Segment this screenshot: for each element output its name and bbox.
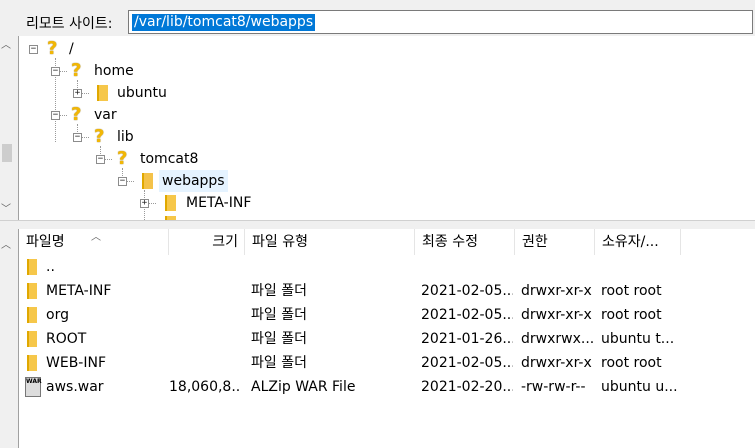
collapse-icon[interactable]: −	[51, 111, 60, 120]
scroll-thumb[interactable]	[2, 144, 12, 162]
folder-icon	[27, 259, 37, 275]
column-header-modified[interactable]: 최종 수정	[415, 229, 515, 255]
sort-ascending-icon: ︿	[91, 232, 101, 243]
file-owner: root root	[601, 283, 662, 299]
tree-node-var[interactable]: − ? var	[19, 104, 219, 126]
folder-icon	[27, 283, 37, 299]
file-permissions: -rw-rw-r--	[521, 379, 586, 395]
file-permissions: drwxr-xr-x	[521, 307, 592, 323]
left-scrollbar[interactable]: ︿ ﹀ ︿	[0, 36, 14, 448]
tree-node-label[interactable]: tomcat8	[140, 148, 198, 170]
question-folder-icon: ?	[71, 60, 82, 81]
tree-node-label[interactable]: lib	[117, 126, 134, 148]
file-owner: root root	[601, 307, 662, 323]
collapse-icon[interactable]: −	[96, 155, 105, 164]
expand-icon[interactable]: +	[140, 199, 149, 208]
file-owner: ubuntu u...	[601, 379, 678, 395]
collapse-icon[interactable]: −	[29, 45, 38, 54]
folder-icon	[27, 355, 37, 371]
file-owner: root root	[601, 355, 662, 371]
file-row-parent[interactable]: ..	[19, 255, 755, 279]
file-permissions: drwxr-xr-x	[521, 283, 592, 299]
tree-node-label[interactable]: home	[94, 60, 134, 82]
question-folder-icon: ?	[47, 38, 58, 59]
war-file-icon: WAR	[25, 377, 42, 397]
file-modified: 2021-02-05...	[421, 283, 513, 299]
file-modified: 2021-01-26...	[421, 331, 513, 347]
remote-path-value[interactable]: /var/lib/tomcat8/webapps	[132, 14, 316, 31]
tree-node-label[interactable]: META-INF	[186, 192, 251, 214]
file-type: 파일 폴더	[251, 355, 307, 371]
file-type: 파일 폴더	[251, 307, 307, 323]
remote-site-label: 리모트 사이트:	[26, 16, 113, 32]
file-permissions: drwxrwx...	[521, 331, 595, 347]
file-row[interactable]: WAR aws.war 18,060,8... ALZip WAR File 2…	[19, 375, 755, 399]
column-header-size[interactable]: 크기	[169, 229, 245, 255]
remote-file-list: 파일명 ︿ 크기 파일 유형 최종 수정 권한 소유자/... .. META-…	[18, 229, 755, 448]
file-name: org	[46, 307, 69, 323]
tree-node-label[interactable]: var	[94, 104, 117, 126]
column-header-label: 권한	[522, 234, 548, 250]
tree-node-label[interactable]: /	[69, 38, 74, 60]
question-folder-icon: ?	[117, 148, 128, 169]
file-row[interactable]: WEB-INF 파일 폴더 2021-02-05... drwxr-xr-x r…	[19, 351, 755, 375]
remote-path-input[interactable]: /var/lib/tomcat8/webapps	[128, 10, 753, 34]
collapse-icon[interactable]: −	[73, 133, 82, 142]
file-name: aws.war	[46, 379, 104, 395]
remote-site-bar: 리모트 사이트: /var/lib/tomcat8/webapps	[0, 0, 755, 36]
tree-node-meta-inf[interactable]: + META-INF	[19, 192, 279, 214]
question-folder-icon: ?	[71, 104, 82, 125]
column-header-label: 파일 유형	[252, 234, 308, 250]
folder-icon	[97, 85, 108, 101]
file-name: META-INF	[46, 283, 112, 299]
chevron-up-icon[interactable]: ︿	[1, 236, 11, 251]
file-permissions: drwxr-xr-x	[521, 355, 592, 371]
expand-icon[interactable]: +	[73, 89, 82, 98]
column-header-owner[interactable]: 소유자/...	[595, 229, 681, 255]
file-owner: ubuntu t...	[601, 331, 675, 347]
tree-node-home[interactable]: − ? home	[19, 60, 219, 82]
collapse-icon[interactable]: −	[51, 67, 60, 76]
tree-node-tomcat8[interactable]: − ? tomcat8	[19, 148, 239, 170]
file-size: 18,060,8...	[169, 379, 241, 395]
file-modified: 2021-02-05...	[421, 355, 513, 371]
folder-icon	[142, 173, 153, 189]
file-modified: 2021-02-05...	[421, 307, 513, 323]
column-header-type[interactable]: 파일 유형	[245, 229, 415, 255]
folder-icon	[165, 195, 176, 211]
column-header-label: 파일명	[26, 234, 65, 250]
remote-directory-tree: − ? / − ? home + ubuntu − ? var − ? lib …	[18, 36, 755, 220]
column-header-label: 소유자/...	[602, 234, 659, 250]
tree-node-webapps[interactable]: − webapps	[19, 170, 259, 192]
folder-icon	[27, 307, 37, 323]
file-name: ..	[46, 259, 55, 275]
file-row[interactable]: org 파일 폴더 2021-02-05... drwxr-xr-x root …	[19, 303, 755, 327]
file-type: 파일 폴더	[251, 283, 307, 299]
file-row[interactable]: ROOT 파일 폴더 2021-01-26... drwxrwx... ubun…	[19, 327, 755, 351]
tree-node-label[interactable]: webapps	[159, 170, 228, 192]
question-folder-icon: ?	[94, 126, 105, 147]
tree-node-ubuntu[interactable]: + ubuntu	[19, 82, 219, 104]
file-type: 파일 폴더	[251, 331, 307, 347]
tree-node-lib[interactable]: − ? lib	[19, 126, 219, 148]
tree-node-label[interactable]: ubuntu	[117, 82, 167, 104]
file-name: ROOT	[46, 331, 87, 347]
chevron-up-icon[interactable]: ︿	[1, 36, 11, 51]
column-header-label: 크기	[212, 234, 238, 250]
file-row[interactable]: META-INF 파일 폴더 2021-02-05... drwxr-xr-x …	[19, 279, 755, 303]
column-header-name[interactable]: 파일명 ︿	[19, 229, 169, 255]
chevron-down-icon[interactable]: ﹀	[1, 200, 11, 215]
file-modified: 2021-02-20...	[421, 379, 513, 395]
file-name: WEB-INF	[46, 355, 106, 371]
folder-icon	[27, 331, 37, 347]
column-header-permissions[interactable]: 권한	[515, 229, 595, 255]
collapse-icon[interactable]: −	[118, 177, 127, 186]
tree-node-root[interactable]: − ? /	[19, 38, 219, 60]
file-type: ALZip WAR File	[251, 379, 356, 395]
column-header-label: 최종 수정	[422, 234, 478, 250]
